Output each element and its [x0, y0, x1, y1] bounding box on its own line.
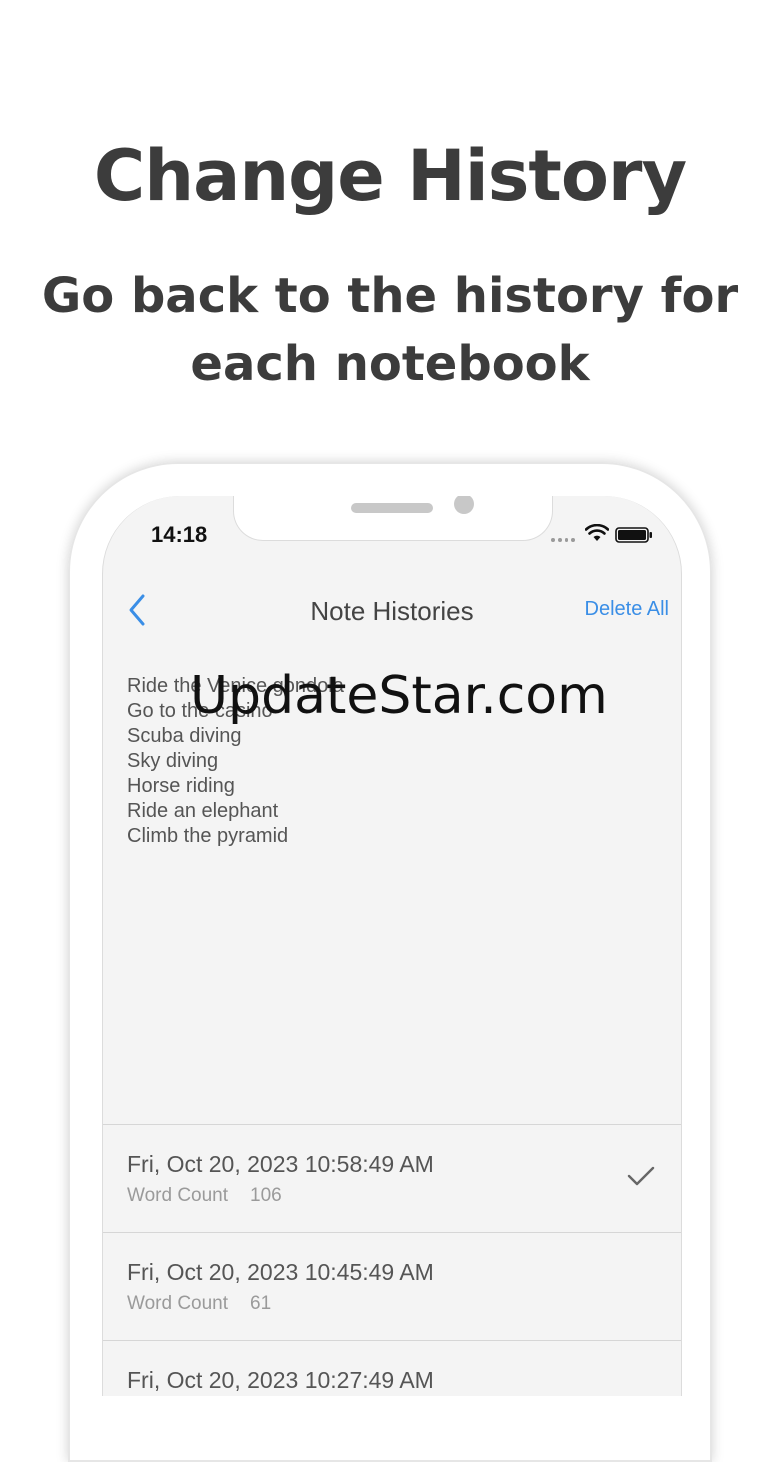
- status-time: 14:18: [151, 522, 208, 547]
- history-item[interactable]: Fri, Oct 20, 2023 10:58:49 AM Word Count…: [103, 1125, 681, 1233]
- history-list: Fri, Oct 20, 2023 10:58:49 AM Word Count…: [103, 1124, 681, 1396]
- history-date: Fri, Oct 20, 2023 10:58:49 AM: [127, 1151, 434, 1177]
- delete-all-button[interactable]: Delete All: [585, 598, 670, 621]
- word-count-value: 106: [250, 1185, 282, 1206]
- wifi-icon: [585, 524, 609, 541]
- history-item[interactable]: Fri, Oct 20, 2023 10:45:49 AM Word Count…: [103, 1233, 681, 1341]
- phone-screen: 14:18 Note Histories Delete All Ride the…: [102, 496, 682, 1396]
- history-date: Fri, Oct 20, 2023 10:27:49 AM: [127, 1367, 434, 1393]
- checkmark-icon: [627, 1166, 655, 1186]
- note-line: Horse riding: [127, 775, 235, 797]
- note-line: Ride an elephant: [127, 800, 279, 822]
- history-meta: Word Count 106: [127, 1185, 282, 1207]
- promo-subtitle-line-2: each notebook: [190, 336, 590, 392]
- word-count-label: Word Count: [127, 1293, 229, 1314]
- watermark-text: UpdateStar.com: [190, 666, 608, 726]
- promo-subtitle-line-1: Go back to the history for: [41, 268, 739, 324]
- word-count-label: Word Count: [127, 1185, 229, 1206]
- promo-title: Change History: [93, 135, 687, 217]
- signal-dots-icon: [551, 538, 575, 542]
- history-item[interactable]: Fri, Oct 20, 2023 10:27:49 AM: [103, 1341, 681, 1396]
- note-line: Sky diving: [127, 750, 219, 772]
- history-date: Fri, Oct 20, 2023 10:45:49 AM: [127, 1259, 434, 1285]
- history-meta: Word Count 61: [127, 1293, 271, 1315]
- note-line: Scuba diving: [127, 725, 242, 747]
- speaker-grille: [351, 503, 433, 513]
- note-line: Climb the pyramid: [127, 825, 289, 847]
- promo-subtitle: Go back to the history for each notebook: [0, 262, 780, 398]
- battery-icon: [615, 527, 652, 543]
- word-count-value: 61: [250, 1293, 272, 1314]
